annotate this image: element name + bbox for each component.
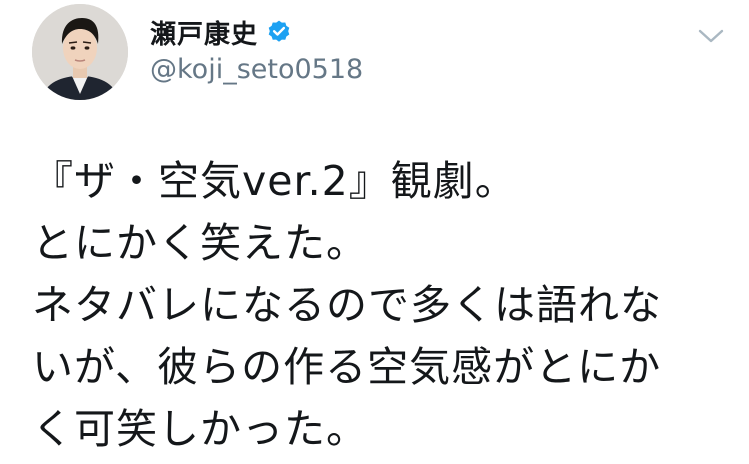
name-row: 瀬戸康史 [150, 14, 363, 50]
tweet-text-line: とにかく笑えた。 [32, 219, 368, 267]
tweet-text-line: く可笑しかった。 [32, 405, 368, 453]
tweet-text-line: 『ザ・空気ver.2』観劇。 [32, 157, 517, 205]
verified-badge-icon [266, 19, 292, 45]
tweet-card: 瀬戸康史 @koji_seto0518 『ザ・空気ver.2』観劇。 とにかく笑… [0, 0, 749, 464]
tweet-text-line: いが、彼らの作る空気感がとにか [32, 343, 662, 391]
user-handle[interactable]: @koji_seto0518 [150, 54, 363, 85]
tweet-header: 瀬戸康史 @koji_seto0518 [150, 14, 363, 86]
avatar[interactable] [32, 4, 128, 100]
tweet-text: 『ザ・空気ver.2』観劇。 とにかく笑えた。 ネタバレになるので多くは語れな … [32, 150, 732, 460]
user-avatar-photo [32, 4, 128, 100]
chevron-down-icon[interactable] [696, 26, 726, 46]
tweet-text-line: ネタバレになるので多くは語れな [32, 281, 662, 329]
display-name[interactable]: 瀬戸康史 [150, 14, 258, 51]
